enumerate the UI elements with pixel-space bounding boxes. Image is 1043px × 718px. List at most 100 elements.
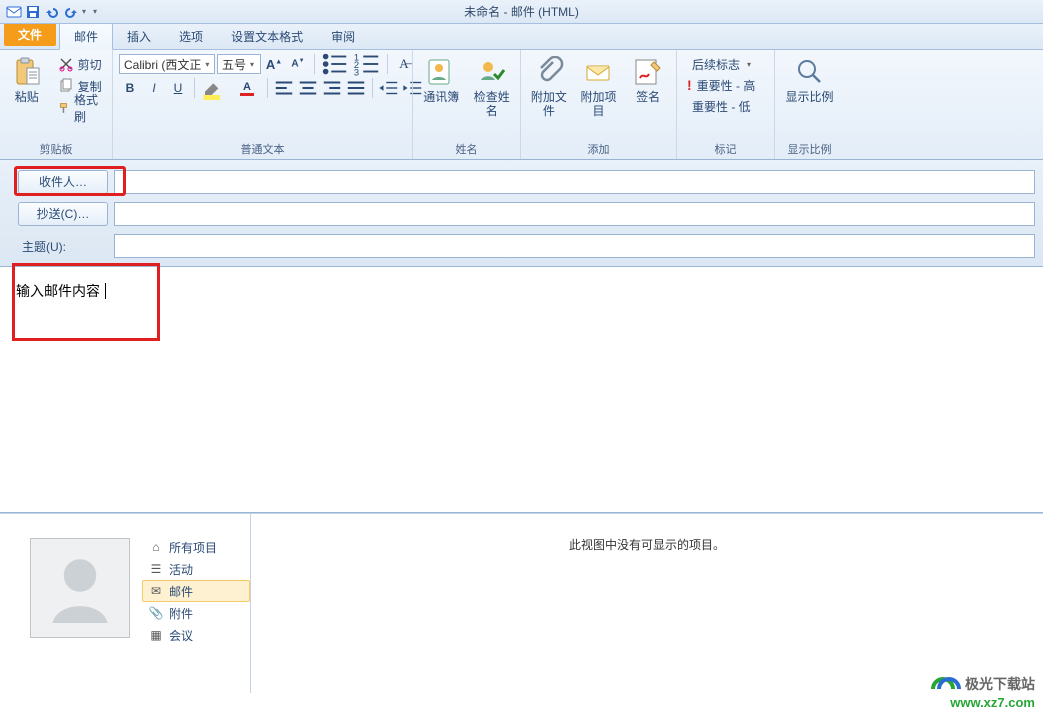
undo-icon[interactable] [44, 4, 60, 20]
cut-icon [58, 56, 74, 72]
font-name-combo[interactable]: Calibri (西文正▾ [119, 54, 215, 74]
zoom-button[interactable]: 显示比例 [781, 54, 838, 106]
italic-button[interactable]: I [143, 78, 165, 98]
align-left-button[interactable] [273, 78, 295, 98]
nav-mail-label: 邮件 [169, 583, 193, 600]
paste-label: 粘贴 [15, 90, 39, 104]
activity-icon: ☰ [149, 562, 163, 576]
contact-nav-list: ⌂ 所有项目 ☰ 活动 ✉ 邮件 📎 附件 ▦ 会议 [142, 514, 250, 693]
check-names-button[interactable]: 检查姓名 [470, 54, 515, 120]
subject-label: 主题(U): [18, 238, 108, 255]
bold-button[interactable]: B [119, 78, 141, 98]
align-center-button[interactable] [297, 78, 319, 98]
tab-review[interactable]: 审阅 [317, 23, 369, 49]
followup-label: 后续标志 [692, 56, 740, 73]
format-painter-button[interactable]: 格式刷 [54, 98, 106, 118]
font-group-label: 普通文本 [119, 139, 406, 157]
cc-button[interactable]: 抄送(C)… [18, 202, 108, 226]
paste-button[interactable]: 粘贴 [6, 54, 48, 106]
calendar-icon: ▦ [149, 628, 163, 642]
align-right-button[interactable] [321, 78, 343, 98]
addressbook-label: 通讯簿 [423, 90, 459, 104]
zoom-label: 显示比例 [785, 90, 833, 104]
nav-mail[interactable]: ✉ 邮件 [142, 580, 250, 602]
watermark-url: www.xz7.com [929, 695, 1035, 710]
save-icon[interactable] [25, 4, 41, 20]
grow-font-button[interactable]: A▲ [263, 54, 285, 74]
clipboard-group-label: 剪贴板 [6, 139, 106, 157]
tab-mail[interactable]: 邮件 [59, 22, 113, 50]
format-painter-icon [58, 100, 70, 116]
nav-attachments[interactable]: 📎 附件 [142, 602, 250, 624]
cc-input[interactable] [114, 202, 1035, 226]
attach-file-icon [533, 56, 565, 88]
svg-text:3: 3 [354, 67, 359, 77]
zoom-group-label: 显示比例 [781, 139, 838, 157]
highlight-button[interactable] [200, 78, 230, 98]
message-fields: 收件人… 抄送(C)… 主题(U): [0, 160, 1043, 267]
addressbook-button[interactable]: 通讯簿 [419, 54, 464, 106]
attach-item-button[interactable]: 附加项目 [577, 54, 621, 120]
body-text: 输入邮件内容 [16, 283, 100, 299]
align-justify-button[interactable] [345, 78, 367, 98]
shrink-font-button[interactable]: A▼ [287, 54, 309, 74]
nav-meetings[interactable]: ▦ 会议 [142, 624, 250, 646]
names-group-label: 姓名 [419, 139, 514, 157]
to-button[interactable]: 收件人… [18, 170, 108, 194]
importance-high-button[interactable]: ! 重要性 - 高 [683, 75, 759, 95]
importance-low-button[interactable]: 重要性 - 低 [683, 96, 759, 116]
ribbon-tabs: 文件 邮件 插入 选项 设置文本格式 审阅 [0, 24, 1043, 50]
nav-all-items[interactable]: ⌂ 所有项目 [142, 536, 250, 558]
attach-file-label: 附加文件 [529, 90, 569, 118]
font-color-button[interactable]: A [232, 78, 262, 98]
paste-icon [11, 56, 43, 88]
tab-insert[interactable]: 插入 [113, 23, 165, 49]
preview-empty-message: 此视图中没有可显示的项目。 [251, 536, 1043, 553]
contact-preview-pane: ⌂ 所有项目 ☰ 活动 ✉ 邮件 📎 附件 ▦ 会议 此视图中没有可显示的项目。 [0, 513, 1043, 693]
check-names-label: 检查姓名 [472, 90, 513, 118]
underline-button[interactable]: U [167, 78, 189, 98]
tab-format[interactable]: 设置文本格式 [217, 23, 317, 49]
format-painter-label: 格式刷 [74, 91, 102, 125]
contact-avatar [30, 538, 130, 638]
signature-label: 签名 [636, 90, 660, 104]
tab-options[interactable]: 选项 [165, 23, 217, 49]
copy-icon [58, 78, 74, 94]
importance-high-label: 重要性 - 高 [697, 77, 756, 94]
addressbook-icon [425, 56, 457, 88]
font-name-value: Calibri (西文正 [124, 56, 201, 73]
window-title: 未命名 - 邮件 (HTML) [0, 3, 1043, 20]
nav-attachments-label: 附件 [169, 605, 193, 622]
zoom-icon [794, 56, 826, 88]
cut-label: 剪切 [78, 56, 102, 73]
followup-flag-button[interactable]: 后续标志▾ [683, 54, 759, 74]
subject-input[interactable] [114, 234, 1035, 258]
attach-file-button[interactable]: 附加文件 [527, 54, 571, 120]
signature-icon [632, 56, 664, 88]
nav-all-label: 所有项目 [169, 539, 217, 556]
bullets-button[interactable] [320, 54, 350, 74]
mail-icon: ✉ [149, 584, 163, 598]
decrease-indent-button[interactable] [378, 78, 400, 98]
numbering-button[interactable]: 123 [352, 54, 382, 74]
cut-button[interactable]: 剪切 [54, 54, 106, 74]
tab-file[interactable]: 文件 [4, 23, 56, 46]
nav-meetings-label: 会议 [169, 627, 193, 644]
signature-button[interactable]: 签名 [626, 54, 670, 106]
font-size-combo[interactable]: 五号▾ [217, 54, 261, 74]
app-icon [6, 4, 22, 20]
attach-item-icon [583, 56, 615, 88]
importance-high-icon: ! [687, 77, 692, 93]
message-body[interactable]: 输入邮件内容 [0, 267, 1043, 513]
qat-dropdown-icon[interactable]: ▾ [82, 4, 90, 20]
nav-activity[interactable]: ☰ 活动 [142, 558, 250, 580]
to-input[interactable] [114, 170, 1035, 194]
add-group-label: 添加 [527, 139, 670, 157]
tags-group-label: 标记 [683, 139, 768, 157]
font-size-value: 五号 [222, 56, 246, 73]
importance-low-label: 重要性 - 低 [692, 98, 751, 115]
home-icon: ⌂ [149, 540, 163, 554]
redo-icon[interactable] [63, 4, 79, 20]
qat-more-icon[interactable]: ▾ [93, 4, 101, 20]
nav-activity-label: 活动 [169, 561, 193, 578]
